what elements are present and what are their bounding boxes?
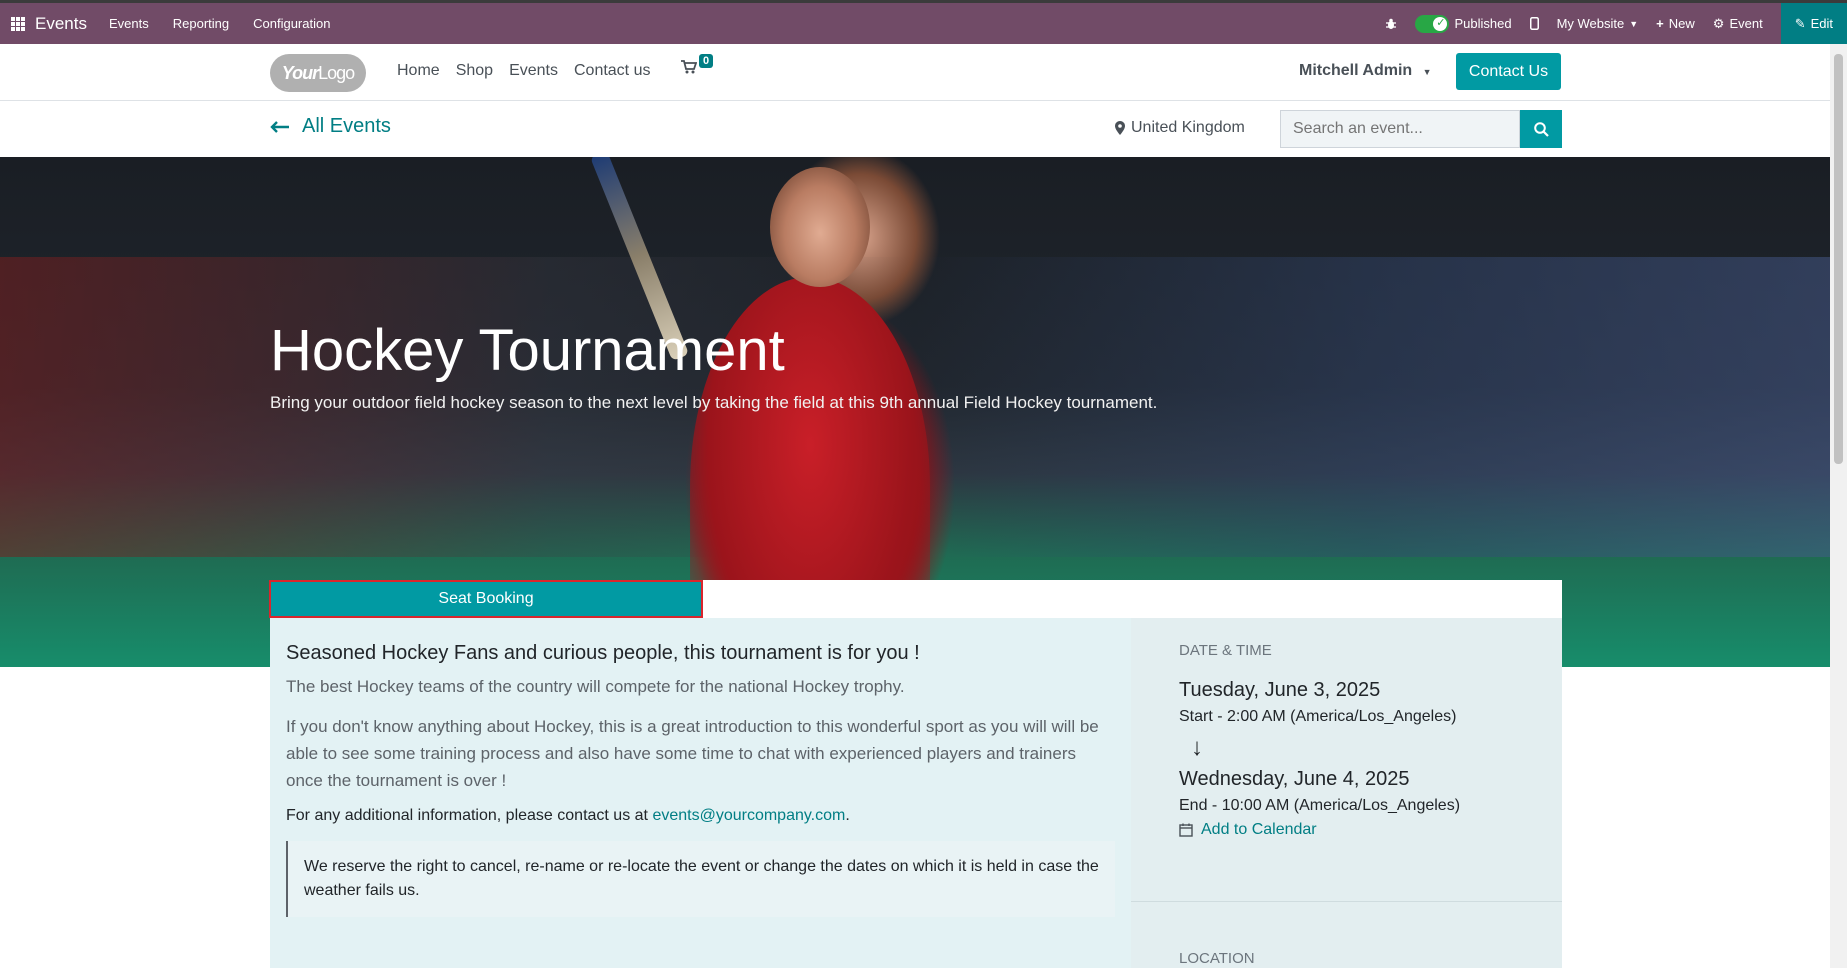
add-to-calendar-label: Add to Calendar (1201, 821, 1317, 838)
start-time: Start - 2:00 AM (America/Los_Angeles) (1179, 708, 1457, 725)
event-title: Hockey Tournament (270, 318, 785, 383)
publish-toggle[interactable]: ✓ Published (1415, 14, 1512, 33)
end-date: Wednesday, June 4, 2025 (1179, 768, 1410, 790)
nav-shop[interactable]: Shop (456, 62, 493, 80)
website-label: My Website (1556, 16, 1625, 31)
event-description: Seasoned Hockey Fans and curious people,… (270, 618, 1131, 968)
sidebar-divider (1131, 901, 1562, 902)
contact-us-button[interactable]: Contact Us (1456, 53, 1561, 90)
weather-notice: We reserve the right to cancel, re-name … (286, 841, 1115, 917)
arrow-left-icon (270, 120, 289, 133)
start-date: Tuesday, June 3, 2025 (1179, 679, 1381, 701)
event-settings-button[interactable]: ⚙ Event (1713, 16, 1763, 32)
page-scrollbar[interactable] (1830, 44, 1847, 968)
scrollbar-thumb[interactable] (1834, 54, 1843, 464)
description-heading: Seasoned Hockey Fans and curious people,… (286, 642, 920, 664)
search-button[interactable] (1520, 110, 1562, 148)
event-tabs: Seat Booking (269, 580, 1562, 618)
search-input[interactable] (1280, 110, 1520, 148)
nav-home[interactable]: Home (397, 62, 440, 80)
contact-info: For any additional information, please c… (286, 807, 1115, 825)
user-name: Mitchell Admin (1299, 62, 1413, 79)
main-nav: Home Shop Events Contact us (397, 62, 650, 80)
check-icon: ✓ (1436, 16, 1446, 29)
plus-icon: + (1656, 16, 1664, 31)
site-logo[interactable]: Your Logo (270, 54, 366, 92)
published-label: Published (1454, 16, 1512, 31)
contact-prefix: For any additional information, please c… (286, 807, 653, 824)
event-subtitle: Bring your outdoor field hockey season t… (270, 393, 1158, 412)
event-search (1280, 110, 1562, 148)
all-events-link[interactable]: All Events (270, 115, 391, 138)
menu-reporting[interactable]: Reporting (173, 16, 229, 31)
location-filter[interactable]: United Kingdom (1115, 119, 1245, 137)
edit-button[interactable]: ✎ Edit (1780, 3, 1847, 44)
end-time: End - 10:00 AM (America/Los_Angeles) (1179, 797, 1461, 814)
location-label: United Kingdom (1131, 119, 1245, 136)
user-menu[interactable]: Mitchell Admin ▼ (1299, 62, 1432, 80)
mobile-preview-icon[interactable] (1529, 17, 1539, 30)
site-header: Your Logo Home Shop Events Contact us 0 M… (0, 44, 1830, 101)
all-events-label: All Events (302, 115, 391, 137)
description-para-2: If you don't know anything about Hockey,… (286, 717, 1099, 790)
tab-seat-booking[interactable]: Seat Booking (269, 580, 703, 618)
event-subbar: All Events United Kingdom (0, 101, 1830, 157)
caret-down-icon: ▼ (1422, 67, 1432, 77)
event-info-sidebar: DATE & TIME Tuesday, June 3, 2025 Start … (1131, 618, 1562, 968)
nav-contact-us[interactable]: Contact us (574, 62, 650, 80)
player-head-image (770, 167, 870, 287)
cart-button[interactable]: 0 (681, 54, 714, 79)
event-label: Event (1729, 16, 1763, 31)
app-brand[interactable]: Events (35, 14, 87, 34)
contact-email-link[interactable]: events@yourcompany.com (652, 807, 845, 824)
new-button[interactable]: + New (1656, 16, 1695, 31)
edit-label: Edit (1810, 16, 1833, 31)
calendar-icon (1179, 823, 1193, 837)
contact-suffix: . (845, 807, 850, 824)
new-label: New (1668, 16, 1695, 31)
toggle-switch[interactable]: ✓ (1415, 14, 1450, 33)
cart-icon (681, 60, 698, 74)
website-switcher[interactable]: My Website ▼ (1557, 16, 1639, 31)
datetime-label: DATE & TIME (1179, 642, 1272, 659)
debug-bug-icon[interactable] (1385, 18, 1397, 30)
location-heading: LOCATION (1179, 950, 1255, 967)
nav-events[interactable]: Events (509, 62, 558, 80)
search-icon (1533, 121, 1549, 137)
cart-count-badge: 0 (699, 54, 714, 68)
menu-events[interactable]: Events (109, 16, 149, 31)
arrow-down-icon: ↓ (1191, 734, 1203, 761)
logo-light: Logo (318, 62, 355, 83)
apps-grid-icon[interactable] (11, 16, 25, 31)
add-to-calendar-link[interactable]: Add to Calendar (1179, 821, 1514, 839)
admin-bar: Events Events Reporting Configuration ✓ … (0, 0, 1847, 44)
map-marker-icon (1115, 121, 1125, 135)
caret-down-icon: ▼ (1629, 18, 1639, 29)
gear-icon: ⚙ (1712, 15, 1725, 31)
menu-configuration[interactable]: Configuration (253, 16, 330, 31)
pencil-icon: ✎ (1794, 15, 1806, 31)
logo-bold: Your (281, 62, 319, 83)
description-para-1: The best Hockey teams of the country wil… (286, 677, 905, 696)
